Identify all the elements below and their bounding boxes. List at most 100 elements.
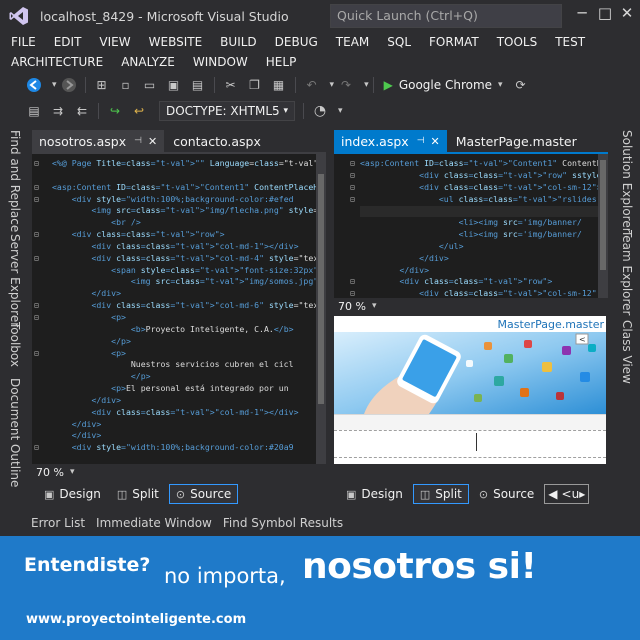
next-bookmark-icon[interactable]: ↪ [107, 103, 123, 119]
code-line[interactable]: <div class=class="t-val">"row"> [360, 276, 598, 288]
close-tab-icon[interactable]: ✕ [148, 135, 157, 148]
zoom-level[interactable]: 70 % [36, 466, 64, 479]
gutter-mark[interactable] [34, 359, 54, 371]
code-line[interactable]: <p> [52, 348, 316, 360]
code-line[interactable]: <span style=class="t-val">"font-size:32p… [52, 265, 316, 277]
add-item-icon[interactable]: ▫ [118, 77, 134, 93]
chevron-down-icon[interactable]: ▾ [372, 301, 377, 311]
previous-tag-icon[interactable]: ◀ [548, 487, 557, 501]
gutter-mark[interactable]: ⊟ [34, 442, 54, 454]
gutter-mark[interactable] [34, 407, 54, 419]
pin-icon[interactable]: ⊣ [417, 136, 425, 146]
gutter-mark[interactable] [34, 324, 54, 336]
quick-launch-input[interactable]: Quick Launch (Ctrl+Q) [330, 4, 562, 28]
split-view-button[interactable]: ◫ Split [111, 484, 165, 504]
clock-icon[interactable]: ◔ [312, 103, 328, 119]
code-line[interactable]: <div class=class="t-val">"col-md-1"></di… [52, 241, 316, 253]
immediate-window-tab[interactable]: Immediate Window [96, 516, 212, 530]
scroll-thumb[interactable] [600, 160, 606, 270]
document-icon[interactable]: ▤ [26, 103, 42, 119]
menu-item-analyze[interactable]: ANALYZE [110, 55, 182, 69]
code-line[interactable]: </p> [52, 336, 316, 348]
error-list-tab[interactable]: Error List [31, 516, 85, 530]
menu-item-view[interactable]: VIEW [88, 35, 137, 49]
design-preview[interactable]: MasterPage.master < [334, 316, 606, 464]
code-line[interactable]: <asp:Content ID=class="t-val">"Content1"… [52, 182, 316, 194]
undo-dropdown-icon[interactable]: ▾ [330, 80, 335, 90]
menu-item-file[interactable]: FILE [0, 35, 43, 49]
menu-item-team[interactable]: TEAM [325, 35, 376, 49]
find-symbol-results-tab[interactable]: Find Symbol Results [223, 516, 343, 530]
menu-item-edit[interactable]: EDIT [43, 35, 89, 49]
tab-masterpage[interactable]: MasterPage.master [448, 130, 584, 152]
code-line[interactable]: <img src=class="t-val">"img/flecha.png" … [52, 205, 316, 217]
code-line[interactable]: </p> [52, 371, 316, 383]
code-line[interactable]: <img src=class="t-val">"img/somos.jpg" s… [52, 276, 316, 288]
code-line[interactable]: <div class=class="t-val">"row" sstyle="m… [360, 170, 598, 182]
menu-item-build[interactable]: BUILD [209, 35, 263, 49]
back-icon[interactable] [26, 77, 42, 93]
code-line[interactable]: </ul> [360, 241, 598, 253]
scroll-thumb[interactable] [318, 174, 324, 404]
gutter-mark[interactable] [34, 265, 54, 277]
code-line[interactable]: <div class=class="t-val">"col-sm-12" sty… [360, 288, 598, 298]
solution-explorer-tab[interactable]: Solution Explorer [620, 130, 634, 233]
start-debugging-button[interactable]: ▶ Google Chrome ▾ [384, 78, 503, 92]
undo-icon[interactable]: ↶ [304, 77, 320, 93]
indent-icon[interactable]: ⇉ [50, 103, 66, 119]
menu-item-help[interactable]: HELP [255, 55, 304, 69]
right-code-area[interactable]: <asp:Content ID=class="t-val">"Content1"… [360, 158, 598, 298]
code-line[interactable]: <div class=class="t-val">"col-md-4" styl… [52, 253, 316, 265]
tab-index[interactable]: index.aspx ⊣ ✕ [334, 130, 447, 152]
redo-dropdown-icon[interactable]: ▾ [364, 80, 369, 90]
code-line[interactable]: </div> [52, 288, 316, 300]
open-file-icon[interactable]: ▭ [142, 77, 158, 93]
pin-icon[interactable]: ⊣ [134, 136, 142, 146]
source-view-button[interactable]: ⊙ Source [473, 484, 540, 504]
menu-item-window[interactable]: WINDOW [182, 55, 255, 69]
code-line[interactable]: <p> [52, 312, 316, 324]
code-line[interactable]: <asp:Content ID=class="t-val">"Content1"… [360, 158, 598, 170]
back-dropdown-icon[interactable]: ▾ [52, 80, 57, 90]
chevron-down-icon[interactable]: ▾ [338, 106, 343, 116]
gutter-mark[interactable]: ⊟ [34, 182, 54, 194]
gutter-mark[interactable] [34, 217, 54, 229]
doctype-select[interactable]: DOCTYPE: XHTML5 ▾ [159, 101, 295, 121]
code-line[interactable]: <ul class=class="t-val">"rslides" id="sl… [360, 194, 598, 206]
code-line[interactable]: </div> [52, 395, 316, 407]
previous-bookmark-icon[interactable]: ↩ [131, 103, 147, 119]
code-line[interactable]: <div class=class="t-val">"col-sm-12"> [360, 182, 598, 194]
left-editor[interactable]: ⊟ ⊟ ⊟ ⊟ ⊟ ⊟ ⊟ ⊟ ⊟ <%@ Page Title=class="t-… [32, 152, 326, 466]
close-icon[interactable]: ✕ [615, 4, 639, 26]
right-vertical-scrollbar[interactable] [598, 154, 608, 300]
gutter-mark[interactable]: ⊟ [34, 158, 54, 170]
gutter-mark[interactable]: ⊟ [34, 253, 54, 265]
code-line[interactable]: <%@ Page Title=class="t-val">"" Language… [52, 158, 316, 170]
find-replace-tab[interactable]: Find and Replace [8, 130, 22, 232]
left-vertical-scrollbar[interactable] [316, 154, 326, 466]
gutter-mark[interactable]: ⊟ [34, 348, 54, 360]
gutter-mark[interactable] [34, 371, 54, 383]
refresh-icon[interactable]: ⟳ [513, 77, 529, 93]
minimize-icon[interactable]: ─ [570, 4, 594, 26]
menu-item-architecture[interactable]: ARCHITECTURE [0, 55, 110, 69]
code-line[interactable]: <div style="width:100%;background-color:… [52, 442, 316, 454]
gutter-mark[interactable] [34, 419, 54, 431]
outdent-icon[interactable]: ⇇ [74, 103, 90, 119]
gutter-mark[interactable]: ⊟ [34, 312, 54, 324]
code-line[interactable]: <div class=class="t-val">"col-md-6" styl… [52, 300, 316, 312]
close-tab-icon[interactable]: ✕ [431, 135, 440, 148]
copy-icon[interactable]: ❐ [247, 77, 263, 93]
design-view-button[interactable]: ▣ Design [340, 484, 409, 504]
gutter-mark[interactable] [34, 205, 54, 217]
server-explorer-tab[interactable]: Server Explorer [8, 234, 22, 327]
zoom-level[interactable]: 70 % [338, 300, 366, 313]
code-line[interactable]: Nuestros servicios cubren el cicl [52, 359, 316, 371]
cut-icon[interactable]: ✂ [223, 77, 239, 93]
gutter-mark[interactable]: ⊟ [34, 194, 54, 206]
team-explorer-tab[interactable]: Team Explorer [620, 230, 634, 316]
next-tag-icon[interactable]: <u▸ [562, 487, 586, 501]
left-code-area[interactable]: <%@ Page Title=class="t-val">"" Language… [52, 158, 316, 462]
chevron-down-icon[interactable]: ▾ [70, 467, 75, 477]
document-outline-tab[interactable]: Document Outline [8, 378, 22, 487]
